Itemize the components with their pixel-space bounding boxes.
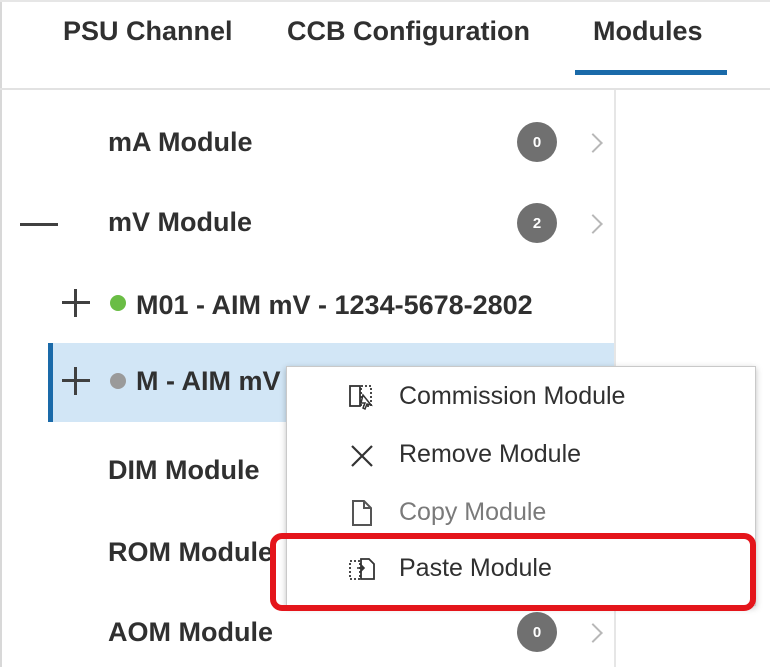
module-group-label: DIM Module <box>108 455 260 485</box>
chevron-right-icon[interactable] <box>583 623 603 643</box>
status-dot-offline <box>110 373 126 389</box>
module-group-ma[interactable]: mA Module 0 <box>0 100 614 180</box>
status-dot-online <box>110 295 126 311</box>
menu-item-commission-module[interactable]: Commission Module <box>287 369 755 427</box>
chevron-right-icon[interactable] <box>583 214 603 234</box>
close-icon <box>349 441 375 469</box>
menu-item-label: Remove Module <box>399 440 582 468</box>
tab-bar: PSU Channel CCB Configuration Modules <box>0 0 770 88</box>
module-group-label: ROM Module <box>108 537 273 567</box>
menu-item-label: Commission Module <box>399 382 626 410</box>
module-item-m01[interactable]: M01 - AIM mV - 1234-5678-2802 <box>0 265 614 343</box>
module-item-label: M01 - AIM mV - 1234-5678-2802 <box>136 290 533 320</box>
count-badge: 0 <box>517 612 557 652</box>
module-group-label: mV Module <box>108 207 253 237</box>
module-group-label: AOM Module <box>108 617 273 647</box>
chevron-right-icon[interactable] <box>583 133 603 153</box>
commission-icon <box>349 383 375 411</box>
expand-icon[interactable] <box>62 289 90 317</box>
collapse-icon[interactable] <box>20 223 58 226</box>
menu-item-label: Copy Module <box>399 498 547 526</box>
module-group-label: mA Module <box>108 127 253 157</box>
paste-module-highlight <box>270 533 756 611</box>
active-tab-indicator <box>575 70 727 75</box>
tab-psu-channel[interactable]: PSU Channel <box>63 16 233 86</box>
module-item-label: M - AIM mV <box>136 366 281 396</box>
copy-icon <box>349 499 375 527</box>
expand-icon[interactable] <box>62 367 90 395</box>
tab-modules[interactable]: Modules <box>593 16 703 86</box>
module-group-mv[interactable]: mV Module 2 <box>0 182 614 262</box>
menu-item-remove-module[interactable]: Remove Module <box>287 427 755 485</box>
count-badge: 2 <box>517 203 557 243</box>
count-badge: 0 <box>517 122 557 162</box>
tab-ccb-configuration[interactable]: CCB Configuration <box>287 16 530 86</box>
